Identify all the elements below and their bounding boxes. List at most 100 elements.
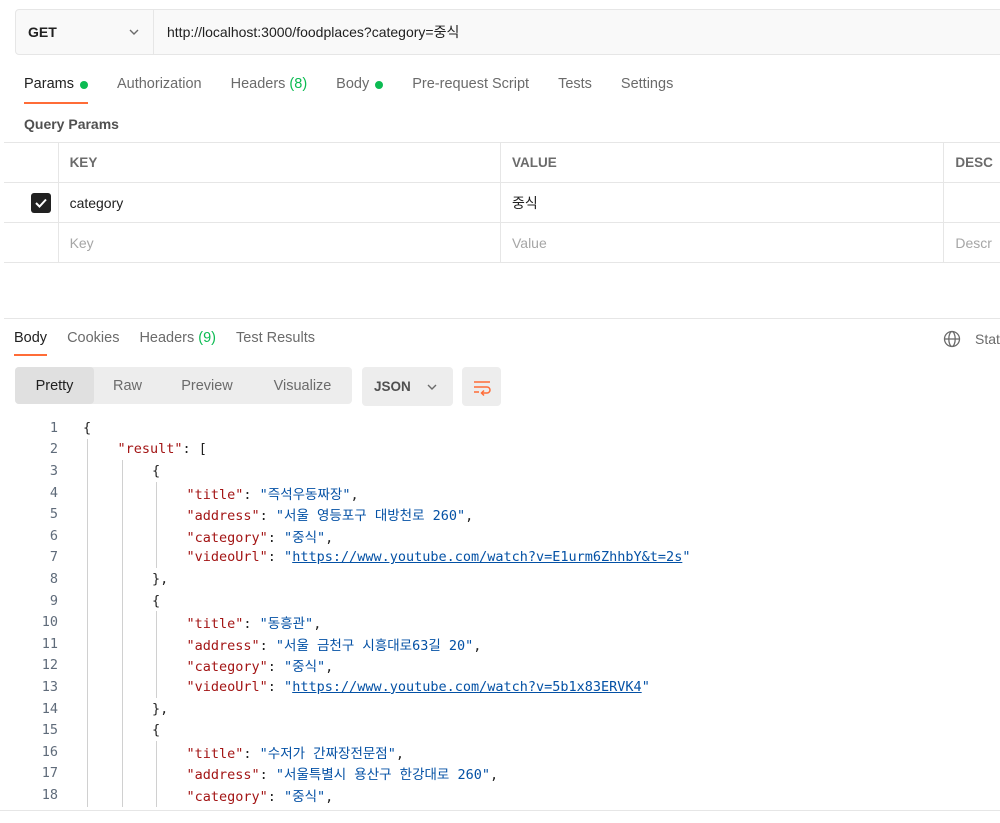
tab-response-headers[interactable]: Headers (9) [139, 330, 216, 356]
line-number: 8 [49, 570, 58, 587]
code-line: 5 "address": "서울 영등포구 대방천로 260", [4, 503, 1000, 525]
tab-pre-request-script[interactable]: Pre-request Script [412, 76, 529, 104]
param-checkbox[interactable] [30, 192, 51, 213]
code-line: 17 "address": "서울특별시 용산구 한강대로 260", [4, 763, 1000, 785]
tab-response-body[interactable]: Body [14, 330, 48, 356]
tab-tests[interactable]: Tests [558, 76, 592, 104]
json-punctuation: { [152, 722, 161, 739]
code-text: }, [152, 701, 168, 717]
params-status-dot [79, 81, 88, 89]
code-line: 3{ [4, 460, 1000, 482]
response-tabs: Body Cookies Headers (9) Test Results [14, 330, 335, 356]
globe-icon[interactable] [942, 329, 962, 349]
tab-body[interactable]: Body [336, 76, 384, 104]
line-number: 17 [41, 765, 58, 782]
json-string: "중식" [284, 659, 326, 676]
code-text: { [152, 463, 160, 479]
json-string: "수저가 간짜장전문점" [259, 745, 396, 762]
json-punctuation: , [325, 788, 334, 805]
json-punctuation: { [152, 462, 161, 479]
new-key-input[interactable]: Key [59, 223, 501, 262]
params-table: KEY VALUE DESC category 중식 Key Value Des… [4, 142, 1000, 263]
code-line: 18 "category": "중식", [4, 784, 1000, 806]
response-body-code[interactable]: 1{2 "result": [3{4 "title": "즉석우동짜장", 5 "add… [4, 417, 1000, 807]
new-description-input[interactable]: Descr [944, 223, 1000, 262]
line-number: 13 [41, 678, 58, 695]
line-number: 7 [49, 549, 58, 566]
json-punctuation: , [395, 745, 404, 762]
tab-settings[interactable]: Settings [621, 76, 673, 104]
tab-authorization[interactable]: Authorization [117, 76, 202, 104]
tab-cookies-label: Cookies [67, 330, 120, 346]
tab-body-label: Body [336, 76, 370, 92]
view-raw-button[interactable]: Raw [94, 367, 161, 404]
json-string: "서울 금천구 시흥대로63길 20" [275, 637, 474, 654]
response-view-toggle: Pretty Raw Preview Visualize [15, 367, 352, 404]
line-number: 10 [41, 614, 58, 631]
status-bar-divider [0, 810, 1000, 811]
request-bar: GET http://localhost:3000/foodplaces?cat… [15, 9, 1000, 55]
tab-test-results[interactable]: Test Results [236, 330, 315, 356]
param-key-cell[interactable]: category [59, 183, 501, 222]
tab-cookies[interactable]: Cookies [67, 330, 119, 356]
json-punctuation: , [473, 637, 482, 654]
column-header-value: VALUE [501, 143, 945, 182]
method-select[interactable]: GET [16, 10, 154, 54]
tab-headers-label: Headers [230, 76, 286, 92]
json-string: " [284, 549, 293, 566]
line-number: 9 [49, 592, 58, 609]
body-status-dot [375, 81, 384, 89]
param-description-cell[interactable] [944, 183, 1000, 222]
code-text: "videoUrl": "https://www.youtube.com/wat… [187, 549, 691, 565]
json-link[interactable]: https://www.youtube.com/watch?v=E1urm6Zh… [292, 549, 682, 565]
json-key: "title" [186, 745, 244, 762]
code-text: { [152, 722, 160, 738]
param-value-cell[interactable]: 중식 [501, 183, 945, 222]
indent-guide [156, 611, 157, 698]
code-text: "videoUrl": "https://www.youtube.com/wat… [187, 679, 650, 695]
code-text: { [152, 593, 160, 609]
json-punctuation: : [267, 678, 285, 695]
view-visualize-button[interactable]: Visualize [253, 367, 352, 404]
code-line: 13 "videoUrl": "https://www.youtube.com/w… [4, 676, 1000, 698]
row-checkbox-cell [4, 183, 59, 222]
json-key: "videoUrl" [186, 678, 268, 695]
format-select[interactable]: JSON [362, 367, 453, 406]
json-link[interactable]: https://www.youtube.com/watch?v=5b1x83ER… [292, 679, 642, 695]
wrap-lines-button[interactable] [462, 367, 501, 406]
code-line: 4 "title": "즉석우동짜장", [4, 482, 1000, 504]
json-key: "title" [186, 616, 244, 633]
json-string: "중식" [284, 788, 326, 805]
json-key: "category" [186, 659, 268, 676]
json-punctuation: : [267, 529, 285, 546]
code-text: "address": "서울특별시 용산구 한강대로 260", [187, 763, 499, 783]
code-line: 11 "address": "서울 금천구 시흥대로63길 20", [4, 633, 1000, 655]
code-text: { [83, 420, 91, 436]
param-value: 중식 [511, 194, 538, 211]
line-number: 16 [41, 743, 58, 760]
line-number: 3 [49, 462, 58, 479]
view-pretty-button[interactable]: Pretty [15, 367, 94, 404]
json-punctuation: : [267, 659, 285, 676]
line-number: 2 [49, 441, 58, 458]
new-value-input[interactable]: Value [501, 223, 945, 262]
json-key: "videoUrl" [186, 549, 268, 566]
chevron-down-icon [427, 384, 437, 390]
column-header-key: KEY [59, 143, 501, 182]
tab-response-body-label: Body [14, 330, 48, 346]
tab-headers[interactable]: Headers (8) [231, 76, 308, 104]
json-punctuation: : [243, 486, 260, 503]
json-string: "서울특별시 용산구 한강대로 260" [275, 767, 490, 784]
tab-params[interactable]: Params [24, 76, 88, 104]
code-line: 2 "result": [ [4, 439, 1000, 461]
code-text: "category": "중식", [187, 785, 334, 805]
view-preview-button[interactable]: Preview [161, 367, 253, 404]
code-line: 12 "category": "중식", [4, 655, 1000, 677]
json-string: "즉석우동짜장" [259, 486, 351, 503]
json-punctuation: : [ [182, 441, 207, 458]
url-input[interactable]: http://localhost:3000/foodplaces?categor… [154, 10, 1000, 54]
code-text: "title": "즉석우동짜장", [187, 483, 359, 503]
pane-divider[interactable] [4, 318, 1000, 319]
json-punctuation: , [313, 616, 322, 633]
indent-guide [156, 741, 157, 807]
